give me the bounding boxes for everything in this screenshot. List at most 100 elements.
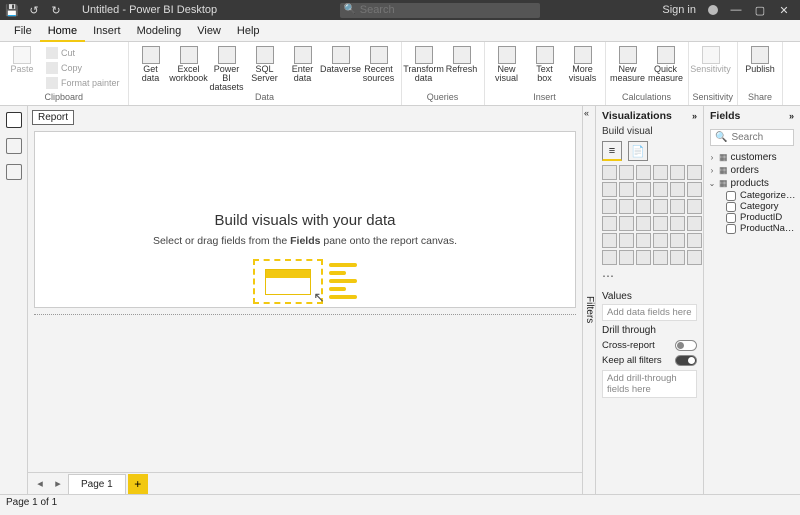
ribbon-item[interactable]: SQL Server [247,44,283,83]
tab-help[interactable]: Help [229,20,268,42]
viz-type-icon[interactable] [653,233,668,248]
save-icon[interactable]: 💾 [6,4,18,16]
ribbon-item[interactable]: Recent sources [361,44,397,83]
viz-type-icon[interactable] [687,165,702,180]
chevron-right-icon[interactable]: » [789,111,794,121]
tab-view[interactable]: View [189,20,229,42]
ribbon-item[interactable]: Quick measure [648,44,684,83]
redo-icon[interactable]: ↻ [50,4,62,16]
copy-button[interactable]: Copy [44,61,122,75]
viz-type-icon[interactable] [602,216,617,231]
ribbon-item[interactable]: Text box [527,44,563,83]
viz-type-icon[interactable] [602,233,617,248]
tab-file[interactable]: File [6,20,40,42]
viz-type-icon[interactable] [687,199,702,214]
viz-type-icon[interactable] [602,182,617,197]
viz-type-icon[interactable] [653,182,668,197]
close-icon[interactable]: ✕ [778,4,790,16]
viz-type-icon[interactable] [687,216,702,231]
global-search-input[interactable] [340,3,540,18]
ribbon-item[interactable]: New measure [610,44,646,83]
viz-type-icon[interactable] [670,182,685,197]
viz-type-icon[interactable] [619,216,634,231]
keep-filters-toggle[interactable] [675,355,697,366]
format-visual-tab[interactable]: 📄 [628,141,648,161]
ribbon-item[interactable]: New visual [489,44,525,83]
model-view-icon[interactable] [6,164,22,180]
data-view-icon[interactable] [6,138,22,154]
sign-in-link[interactable]: Sign in [662,4,696,16]
viz-type-icon[interactable] [619,165,634,180]
viz-type-icon[interactable] [602,165,617,180]
viz-type-icon[interactable] [653,199,668,214]
ribbon-item[interactable]: Transform data [406,44,442,83]
viz-type-icon[interactable] [653,216,668,231]
viz-type-icon[interactable] [636,233,651,248]
viz-type-icon[interactable] [636,182,651,197]
fields-search-input[interactable] [731,132,789,143]
drill-drop-area[interactable]: Add drill-through fields here [602,370,697,398]
field-checkbox[interactable] [726,224,736,234]
field-item[interactable]: Category [708,201,796,212]
ribbon-item[interactable]: Dataverse [323,44,359,74]
page-tab-1[interactable]: Page 1 [68,474,126,494]
viz-type-icon[interactable] [602,199,617,214]
field-checkbox[interactable] [726,191,736,201]
page-prev-icon[interactable]: ◂ [32,477,48,490]
viz-type-icon[interactable] [653,250,668,265]
cross-report-toggle[interactable] [675,340,697,351]
tab-home[interactable]: Home [40,20,85,42]
viz-type-icon[interactable] [636,216,651,231]
ribbon-item[interactable]: More visuals [565,44,601,83]
ribbon-item[interactable]: Sensitivity [693,44,729,74]
build-visual-tab[interactable]: ≡ [602,141,622,161]
viz-type-icon[interactable] [670,165,685,180]
values-drop-area[interactable]: Add data fields here [602,304,697,321]
fields-search[interactable]: 🔍 [710,129,794,146]
viz-type-icon[interactable] [636,165,651,180]
page-next-icon[interactable]: ▸ [50,477,66,490]
viz-type-icon[interactable] [619,250,634,265]
viz-type-icon[interactable] [670,250,685,265]
field-checkbox[interactable] [726,202,736,212]
viz-type-icon[interactable] [619,182,634,197]
viz-type-icon[interactable] [653,165,668,180]
field-item[interactable]: ProductName [708,223,796,234]
cut-button[interactable]: Cut [44,46,122,60]
viz-type-icon[interactable] [619,233,634,248]
ribbon-item[interactable]: Refresh [444,44,480,74]
field-item[interactable]: ProductID [708,212,796,223]
field-item[interactable]: Categorized Pro... [708,190,796,201]
viz-type-icon[interactable] [636,199,651,214]
ribbon-item[interactable]: Get data [133,44,169,83]
viz-type-icon[interactable] [670,216,685,231]
minimize-icon[interactable]: — [730,4,742,16]
ribbon-item[interactable]: Power BI datasets [209,44,245,92]
undo-icon[interactable]: ↺ [28,4,40,16]
more-viz-icon[interactable]: ⋯ [596,265,703,287]
table-node[interactable]: ›▦customers [708,151,796,164]
maximize-icon[interactable]: ▢ [754,4,766,16]
paste-button[interactable]: Paste [4,44,40,74]
field-checkbox[interactable] [726,213,736,223]
viz-type-icon[interactable] [670,233,685,248]
user-avatar-icon[interactable] [708,5,718,15]
viz-type-icon[interactable] [687,250,702,265]
add-page-button[interactable]: + [128,474,148,494]
report-canvas[interactable]: Build visuals with your data Select or d… [34,131,576,308]
report-view-icon[interactable] [6,112,22,128]
viz-type-icon[interactable] [670,199,685,214]
ribbon-item[interactable]: Publish [742,44,778,74]
table-node[interactable]: ⌄▦products [708,177,796,190]
viz-type-icon[interactable] [619,199,634,214]
ribbon-item[interactable]: Enter data [285,44,321,83]
tab-insert[interactable]: Insert [85,20,129,42]
chevron-right-icon[interactable]: » [692,111,697,121]
format-painter-button[interactable]: Format painter [44,76,122,90]
viz-type-icon[interactable] [687,182,702,197]
viz-type-icon[interactable] [602,250,617,265]
filters-panel-collapsed[interactable]: « Filters [582,106,596,494]
viz-type-icon[interactable] [687,233,702,248]
ribbon-item[interactable]: Excel workbook [171,44,207,83]
viz-type-icon[interactable] [636,250,651,265]
